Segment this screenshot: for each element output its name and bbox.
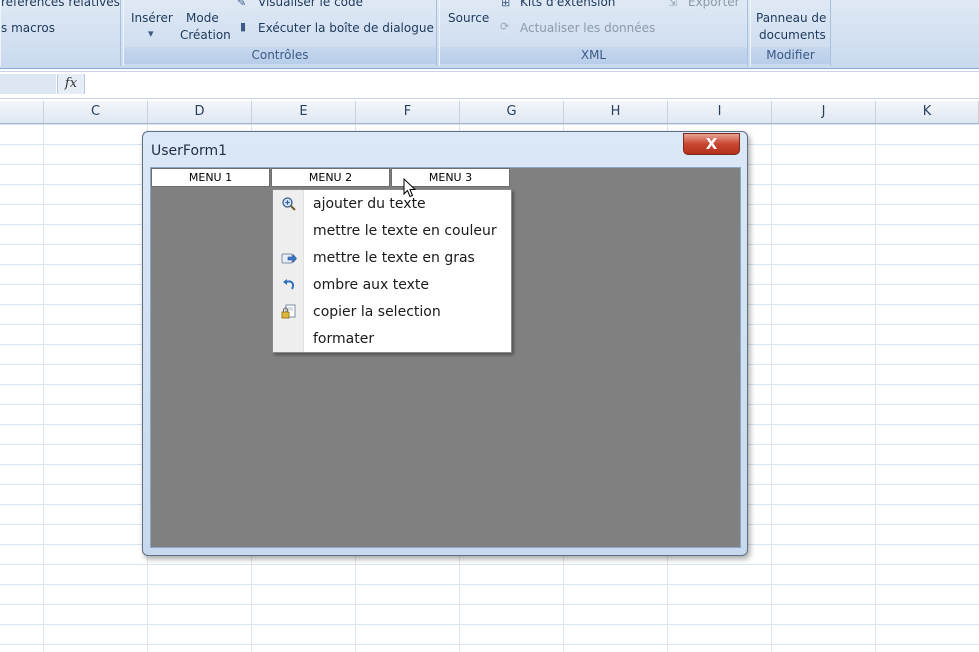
name-box[interactable] [0, 74, 56, 94]
undo-icon [283, 279, 295, 290]
inserer-button[interactable]: Insérer [131, 11, 173, 25]
controls-group-label: Contrôles [124, 47, 436, 64]
grid-line [771, 124, 772, 652]
actualiser-button[interactable]: Actualiser les données [520, 21, 655, 35]
export-icon: ⇲ [668, 0, 678, 9]
menu-item-label: copier la selection [313, 304, 441, 320]
menu-item-label: mettre le texte en gras [313, 250, 475, 266]
menu-item-ajouter-texte[interactable]: ajouter du texte [273, 191, 511, 218]
forward-arrow-icon [281, 253, 297, 264]
dropdown-arrow-icon[interactable]: ▾ [148, 27, 154, 40]
menu-item-formater[interactable]: formater [273, 326, 511, 353]
grid-line [43, 124, 44, 652]
references-relatives-button[interactable]: références relatives [1, 0, 120, 9]
mouse-pointer-icon [403, 178, 417, 198]
zoom-in-icon [282, 197, 296, 211]
column-header-k[interactable]: K [876, 101, 979, 123]
mode-creation-button[interactable]: Mode [186, 11, 219, 25]
menu-item-label: ombre aux texte [313, 277, 430, 293]
formula-input[interactable] [85, 74, 979, 94]
menu-item-label: mettre le texte en couleur [313, 223, 497, 239]
menu-2-button[interactable]: MENU 2 [271, 168, 390, 187]
column-header-partial[interactable] [0, 101, 44, 123]
kits-extension-button[interactable]: Kits d'extension [520, 0, 615, 9]
menu-2-dropdown: ajouter du texte mettre le texte en coul… [272, 189, 512, 353]
close-button[interactable]: X [683, 133, 740, 155]
column-header-d[interactable]: D [148, 101, 252, 123]
close-icon: X [705, 135, 718, 153]
column-header-c[interactable]: C [44, 101, 148, 123]
menu-item-ombre-texte[interactable]: ombre aux texte [273, 272, 511, 299]
controls-group: Insérer ▾ Mode Création ✎ Visualiser le … [123, 0, 437, 66]
modifier-group: Panneau de documents Modifier [750, 0, 831, 66]
macros-button[interactable]: s macros [1, 21, 55, 35]
xml-group-label: XML [440, 47, 747, 64]
exporter-button[interactable]: Exporter [688, 0, 740, 9]
executer-dialogue-button[interactable]: Exécuter la boîte de dialogue [258, 21, 434, 35]
code-group: références relatives s macros [0, 0, 121, 66]
menu-item-label: formater [313, 331, 375, 347]
visualiser-code-button[interactable]: Visualiser le code [258, 0, 363, 9]
insert-function-icon[interactable]: fx [57, 74, 85, 94]
source-button[interactable]: Source [448, 11, 489, 25]
extension-pack-icon: ⊞ [501, 0, 511, 9]
xml-group: Source ⊞ Kits d'extension ⟳ Actualiser l… [439, 0, 748, 66]
column-header-f[interactable]: F [356, 101, 460, 123]
grid-line [875, 124, 876, 652]
menu-item-texte-gras[interactable]: mettre le texte en gras [273, 245, 511, 272]
modifier-group-label: Modifier [751, 47, 830, 64]
mode-creation-label[interactable]: Création [180, 28, 231, 42]
lock-document-icon [281, 304, 296, 319]
formula-bar: fx [0, 71, 979, 99]
menu-item-texte-couleur[interactable]: mettre le texte en couleur [273, 218, 511, 245]
column-header-j[interactable]: J [772, 101, 876, 123]
column-headers: C D E F G H I J K [0, 101, 979, 124]
ribbon: références relatives s macros Insérer ▾ … [0, 0, 979, 69]
menu-item-label: ajouter du texte [313, 196, 426, 212]
menu-item-copier-selection[interactable]: copier la selection [273, 299, 511, 326]
column-header-i[interactable]: I [668, 101, 772, 123]
refresh-data-icon: ⟳ [500, 20, 510, 33]
column-header-e[interactable]: E [252, 101, 356, 123]
menu-1-button[interactable]: MENU 1 [151, 168, 270, 187]
column-header-h[interactable]: H [564, 101, 668, 123]
userform-title: UserForm1 [151, 143, 228, 159]
run-dialog-icon: ▮ [240, 20, 247, 33]
panneau-documents-label[interactable]: documents [759, 28, 826, 42]
view-code-icon: ✎ [237, 0, 247, 9]
column-header-g[interactable]: G [460, 101, 564, 123]
panneau-documents-button[interactable]: Panneau de [756, 11, 826, 25]
